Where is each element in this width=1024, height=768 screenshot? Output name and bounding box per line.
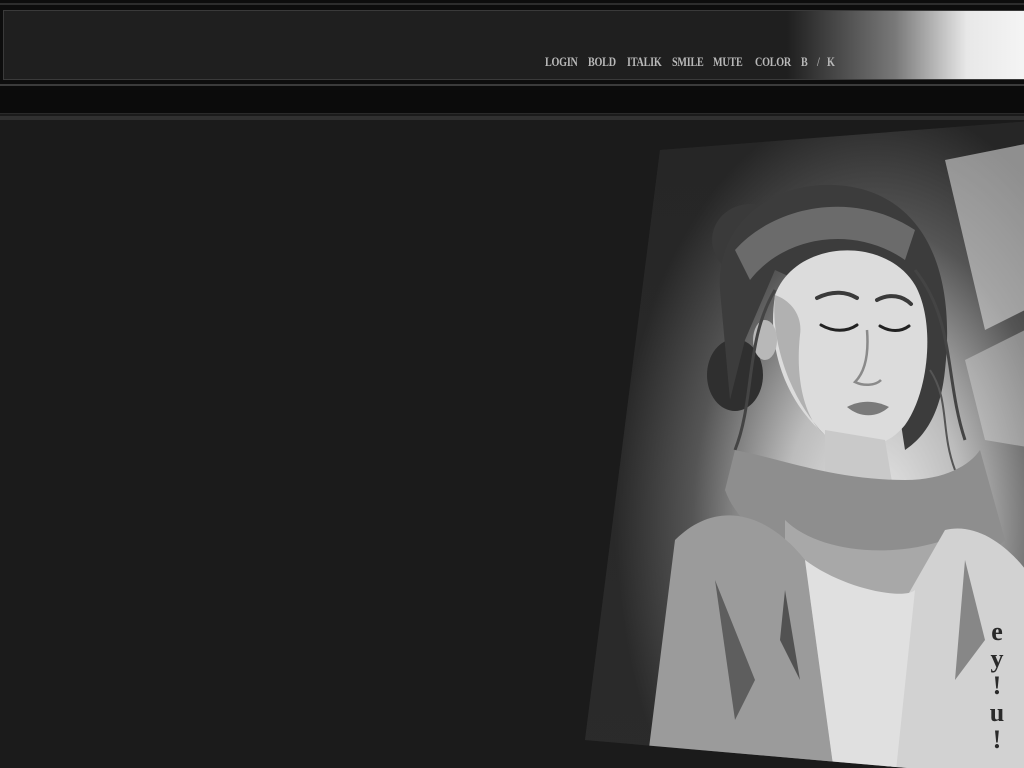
woman-illustration (645, 140, 1024, 768)
color-button[interactable]: COLOR (755, 54, 791, 70)
italik-button[interactable]: ITALIK (627, 54, 662, 70)
side-vertical-text: e y ! u ! (985, 618, 1009, 753)
mute-button[interactable]: MUTE (713, 54, 743, 70)
secondary-bar-line (0, 116, 1024, 120)
smile-button[interactable]: SMILE (672, 54, 704, 70)
header-fade (787, 11, 1024, 79)
header-frame: LOGIN BOLD ITALIK SMILE MUTE COLOR B / K (0, 0, 1024, 84)
side-char: ! (992, 671, 1002, 700)
side-char: e (991, 617, 1003, 646)
bold-button[interactable]: BOLD (588, 54, 616, 70)
k-button[interactable]: K (827, 54, 835, 70)
secondary-bar (0, 84, 1024, 114)
header-inner-panel (3, 10, 1024, 80)
toolbar-separator: / (817, 54, 820, 69)
artwork-panel (585, 120, 1024, 768)
login-button[interactable]: LOGIN (545, 54, 578, 70)
side-char: u (989, 698, 1005, 727)
side-char: ! (992, 725, 1002, 754)
light-streak (965, 320, 1024, 450)
header-top-line (0, 3, 1024, 5)
b-button[interactable]: B (801, 54, 808, 70)
side-char: y (990, 644, 1004, 673)
page: LOGIN BOLD ITALIK SMILE MUTE COLOR B / K (0, 0, 1024, 768)
light-streak (945, 140, 1024, 330)
